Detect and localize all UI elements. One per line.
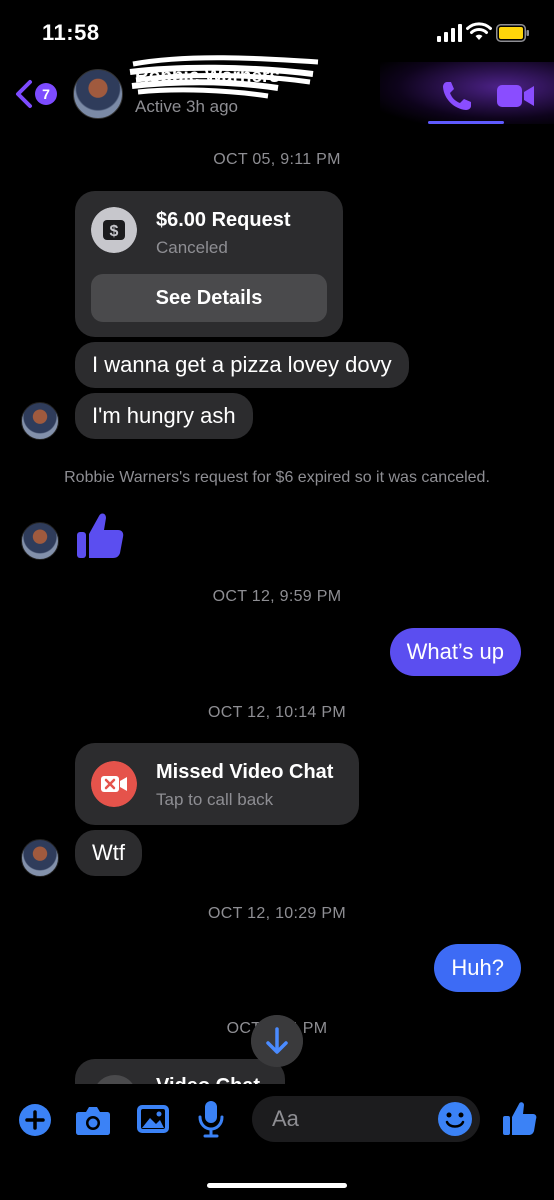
home-indicator: [207, 1183, 347, 1188]
active-status: Active 3h ago: [135, 97, 239, 116]
contact-avatar[interactable]: [73, 69, 123, 119]
status-time: 11:58: [42, 20, 100, 45]
header-accent-line: [428, 121, 504, 124]
sender-avatar[interactable]: [21, 402, 59, 440]
dollar-icon: $: [91, 207, 137, 253]
unread-badge[interactable]: 7: [35, 83, 57, 105]
message-input-placeholder: Aa: [272, 1106, 299, 1131]
microphone-icon[interactable]: [198, 1100, 224, 1138]
request-status: Canceled: [156, 238, 228, 257]
gallery-icon[interactable]: [136, 1104, 170, 1134]
cellular-signal-icon: [437, 24, 462, 42]
missed-video-subtitle: Tap to call back: [156, 790, 274, 809]
payment-request-card[interactable]: $ $6.00 Request Canceled See Details: [75, 191, 343, 337]
request-title: $6.00 Request: [156, 209, 291, 231]
scroll-down-arrow-icon[interactable]: [251, 1015, 303, 1067]
like-thumbs-up-icon[interactable]: [502, 1100, 538, 1136]
incoming-message[interactable]: I wanna get a pizza lovey dovy: [75, 342, 409, 388]
missed-video-chat-card[interactable]: Missed Video Chat Tap to call back: [75, 743, 359, 825]
camera-icon[interactable]: [75, 1104, 111, 1136]
missed-video-icon: [91, 761, 137, 807]
sender-avatar[interactable]: [21, 522, 59, 560]
incoming-message[interactable]: Wtf: [75, 830, 142, 876]
timestamp: OCT 12, 10:29 PM: [208, 905, 346, 922]
timestamp: OCT 12, 10:14 PM: [208, 704, 346, 721]
outgoing-message[interactable]: What’s up: [389, 628, 521, 676]
battery-icon: [496, 24, 529, 42]
see-details-button[interactable]: See Details: [91, 274, 327, 322]
system-notice: Robbie Warners's request for $6 expired …: [64, 469, 490, 486]
emoji-icon[interactable]: [437, 1101, 473, 1137]
thumbs-up-icon[interactable]: [75, 510, 125, 560]
plus-icon[interactable]: [18, 1103, 52, 1137]
missed-video-title: Missed Video Chat: [156, 761, 334, 783]
incoming-message[interactable]: I'm hungry ash: [75, 393, 253, 439]
timestamp: OCT 12, 9:59 PM: [212, 588, 342, 605]
svg-text:$: $: [110, 223, 119, 240]
phone-call-icon[interactable]: [440, 79, 474, 113]
video-call-icon[interactable]: [496, 82, 536, 110]
outgoing-message[interactable]: Huh?: [434, 944, 521, 992]
wifi-icon: [466, 22, 492, 40]
timestamp: OCT 05, 9:11 PM: [213, 151, 341, 168]
sender-avatar[interactable]: [21, 839, 59, 877]
